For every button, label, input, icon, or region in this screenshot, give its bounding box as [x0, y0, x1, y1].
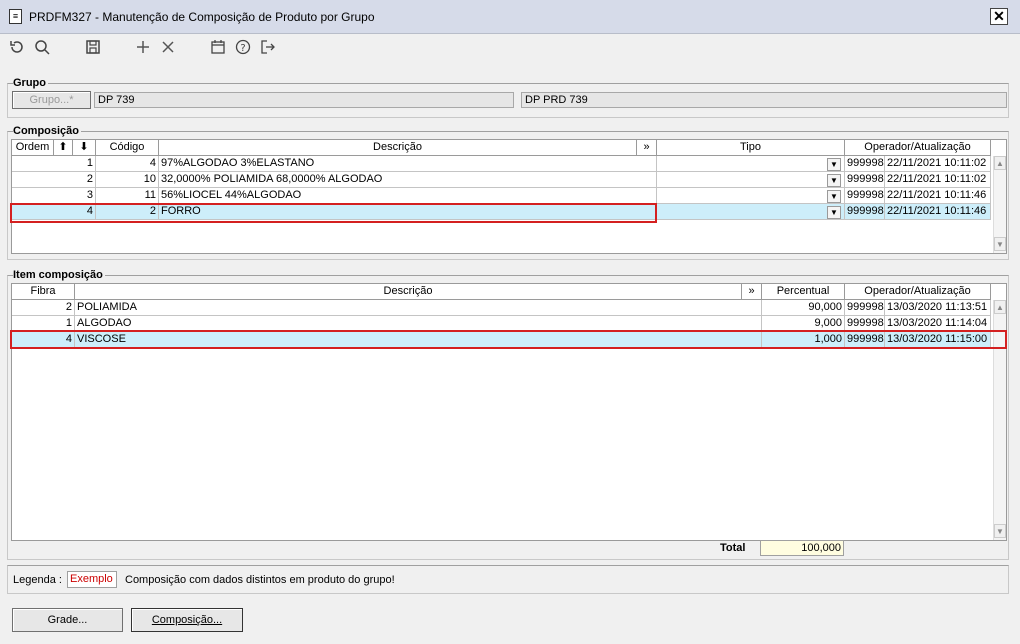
legenda-sample: Exemplo	[67, 571, 117, 588]
expand-icon[interactable]: »	[637, 140, 657, 156]
sort-down-icon[interactable]: ⬇	[73, 140, 96, 156]
cell-data: 22/11/2021 10:11:02	[885, 172, 991, 188]
toolbar	[0, 34, 1020, 62]
cell-ordem: 2	[12, 172, 96, 188]
cell-operador: 999998	[845, 156, 885, 172]
col-operador[interactable]: Operador/Atualização	[845, 284, 991, 300]
sort-up-icon[interactable]: ⬆	[54, 140, 73, 156]
cell-percentual: 1,000	[762, 332, 845, 348]
cell-tipo[interactable]	[657, 188, 845, 204]
cell-data: 13/03/2020 11:15:00	[885, 332, 991, 348]
cell-ordem: 4	[12, 204, 96, 220]
composicao-scrollbar[interactable]: ▲ ▼	[993, 156, 1006, 253]
cell-percentual: 9,000	[762, 316, 845, 332]
cell-tipo[interactable]	[657, 172, 845, 188]
search-icon[interactable]	[32, 38, 52, 56]
grupo-code-field[interactable]: DP 739	[94, 92, 514, 108]
cell-data: 22/11/2021 10:11:46	[885, 204, 991, 220]
chevron-down-icon[interactable]: ▼	[827, 158, 841, 171]
cell-operador: 999998	[845, 172, 885, 188]
window-title: PRDFM327 - Manutenção de Composição de P…	[29, 10, 375, 24]
legenda-text: Composição com dados distintos em produt…	[125, 574, 395, 586]
exit-icon[interactable]	[258, 38, 278, 56]
legenda-label: Legenda :	[13, 574, 62, 586]
expand-icon[interactable]: »	[742, 284, 762, 300]
svg-text:?: ?	[240, 43, 245, 54]
close-button[interactable]: ✕	[990, 8, 1008, 25]
chevron-down-icon[interactable]: ▼	[827, 206, 841, 219]
cell-codigo: 2	[96, 204, 159, 220]
col-fibra[interactable]: Fibra	[12, 284, 75, 300]
cell-descricao: VISCOSE	[75, 332, 762, 348]
cell-codigo: 10	[96, 172, 159, 188]
col-operador[interactable]: Operador/Atualização	[845, 140, 991, 156]
save-icon[interactable]	[83, 38, 103, 56]
add-icon[interactable]	[133, 38, 153, 56]
grupo-button[interactable]: Grupo...*	[12, 91, 91, 109]
grupo-name-field[interactable]: DP PRD 739	[521, 92, 1007, 108]
cell-operador: 999998	[845, 188, 885, 204]
scroll-up-icon[interactable]: ▲	[994, 300, 1006, 314]
cell-operador: 999998	[845, 204, 885, 220]
composicao-grid: Ordem ⬆ ⬇ Código Descrição » Tipo Operad…	[11, 139, 1007, 254]
col-tipo[interactable]: Tipo	[657, 140, 845, 156]
cell-fibra: 1	[12, 316, 75, 332]
help-icon[interactable]: ?	[233, 38, 253, 56]
cell-tipo[interactable]	[657, 156, 845, 172]
item-composicao-grid: Fibra Descrição » Percentual Operador/At…	[11, 283, 1007, 541]
cell-operador: 999998	[845, 300, 885, 316]
total-label: Total	[720, 542, 746, 554]
chevron-down-icon[interactable]: ▼	[827, 174, 841, 187]
cell-descricao: 56%LIOCEL 44%ALGODAO	[159, 188, 657, 204]
col-ordem[interactable]: Ordem	[12, 140, 54, 156]
cell-descricao: FORRO	[159, 204, 657, 220]
cell-descricao: POLIAMIDA	[75, 300, 762, 316]
delete-icon[interactable]	[158, 38, 178, 56]
col-descricao[interactable]: Descrição	[159, 140, 637, 156]
chevron-down-icon[interactable]: ▼	[827, 190, 841, 203]
cell-fibra: 2	[12, 300, 75, 316]
composicao-button[interactable]: Composição...	[131, 608, 243, 632]
col-codigo[interactable]: Código	[96, 140, 159, 156]
cell-tipo[interactable]	[657, 204, 845, 220]
col-descricao[interactable]: Descrição	[75, 284, 742, 300]
item-scrollbar[interactable]: ▲ ▼	[993, 300, 1006, 540]
scroll-down-icon[interactable]: ▼	[994, 524, 1006, 538]
refresh-icon[interactable]	[7, 38, 27, 56]
scroll-down-icon[interactable]: ▼	[994, 237, 1006, 251]
cell-fibra: 4	[12, 332, 75, 348]
cell-data: 22/11/2021 10:11:46	[885, 188, 991, 204]
scroll-up-icon[interactable]: ▲	[994, 156, 1006, 170]
total-field: 100,000	[760, 540, 844, 556]
cell-operador: 999998	[845, 332, 885, 348]
app-icon: ≡	[9, 9, 22, 24]
cell-descricao: ALGODAO	[75, 316, 762, 332]
cell-data: 22/11/2021 10:11:02	[885, 156, 991, 172]
grupo-label: Grupo	[13, 77, 48, 89]
cell-descricao: 97%ALGODAO 3%ELASTANO	[159, 156, 657, 172]
calendar-icon[interactable]	[208, 38, 228, 56]
composicao-label: Composição	[13, 125, 82, 137]
cell-data: 13/03/2020 11:14:04	[885, 316, 991, 332]
cell-descricao: 32,0000% POLIAMIDA 68,0000% ALGODAO	[159, 172, 657, 188]
cell-ordem: 1	[12, 156, 96, 172]
cell-percentual: 90,000	[762, 300, 845, 316]
col-percentual[interactable]: Percentual	[762, 284, 845, 300]
cell-codigo: 4	[96, 156, 159, 172]
grade-button[interactable]: Grade...	[12, 608, 123, 632]
cell-data: 13/03/2020 11:13:51	[885, 300, 991, 316]
item-composicao-label: Item composição	[13, 269, 105, 281]
cell-operador: 999998	[845, 316, 885, 332]
cell-ordem: 3	[12, 188, 96, 204]
cell-codigo: 11	[96, 188, 159, 204]
